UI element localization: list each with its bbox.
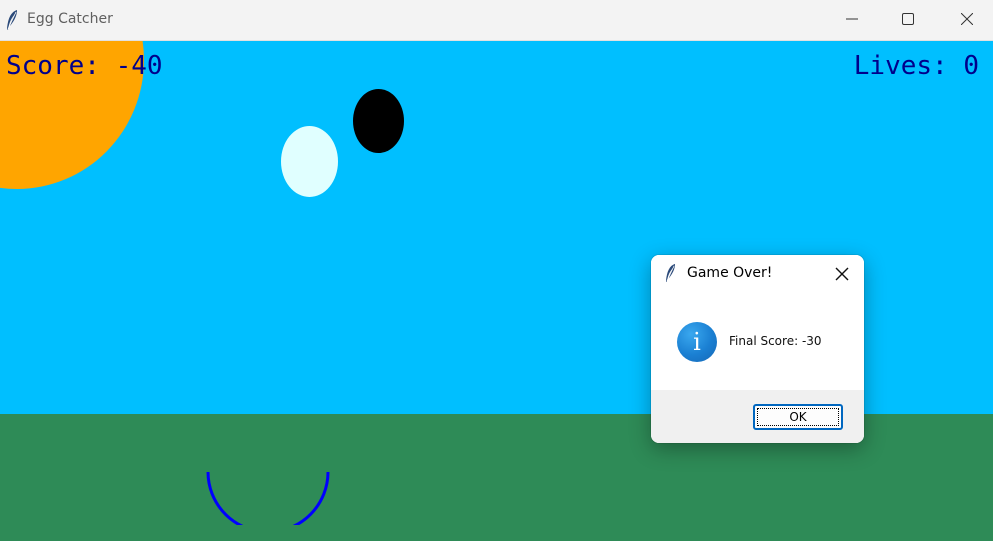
maximize-icon <box>902 13 914 25</box>
ok-button-label: OK <box>789 410 807 424</box>
close-icon <box>961 13 973 25</box>
falling-egg-light <box>281 126 338 197</box>
feather-icon <box>7 10 17 30</box>
egg-catcher-basket[interactable] <box>200 461 336 525</box>
lives-display: Lives: 0 <box>853 51 979 81</box>
dialog-body: i Final Score: -30 <box>651 292 864 390</box>
window-titlebar: Egg Catcher <box>0 0 993 41</box>
game-over-dialog: Game Over! i Final Score: -30 OK <box>651 255 864 443</box>
score-display: Score: -40 <box>6 51 163 81</box>
final-score-message: Final Score: -30 <box>729 334 822 348</box>
window-title: Egg Catcher <box>27 11 113 27</box>
info-icon: i <box>677 322 717 362</box>
minimize-icon <box>846 18 858 20</box>
feather-icon <box>665 263 676 283</box>
maximize-button[interactable] <box>885 0 931 40</box>
dialog-footer: OK <box>651 390 864 443</box>
falling-egg-dark <box>353 89 404 153</box>
ok-button[interactable]: OK <box>753 404 843 430</box>
minimize-button[interactable] <box>829 0 875 40</box>
dialog-title: Game Over! <box>687 265 773 281</box>
window-close-button[interactable] <box>944 0 990 40</box>
dialog-close-icon[interactable] <box>834 266 850 282</box>
dialog-titlebar: Game Over! <box>651 255 864 292</box>
